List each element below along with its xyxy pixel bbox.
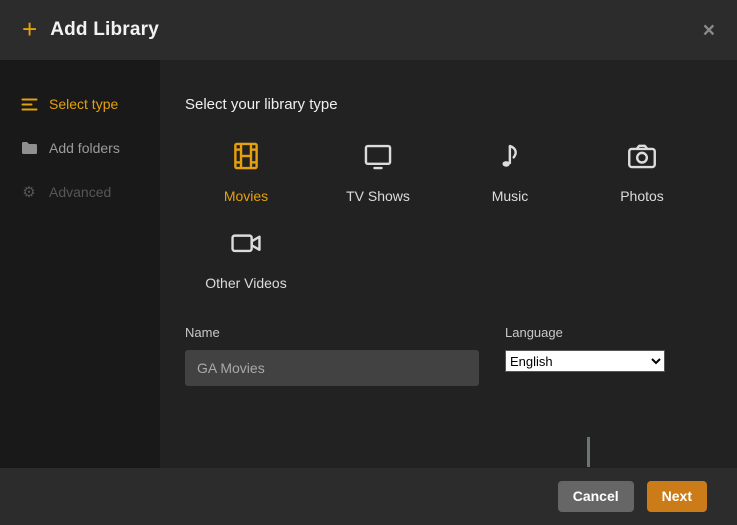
video-camera-icon	[229, 224, 263, 262]
tv-monitor-icon	[361, 137, 395, 175]
dialog-title: Add Library	[50, 19, 160, 40]
dialog-header: + Add Library ×	[0, 0, 737, 60]
close-icon[interactable]: ×	[703, 20, 715, 41]
library-name-input[interactable]	[185, 350, 479, 386]
library-form: Name Language English	[185, 325, 737, 386]
library-type-label: Photos	[620, 188, 664, 204]
next-button[interactable]: Next	[646, 480, 707, 513]
sidebar-item-label: Advanced	[49, 184, 112, 200]
language-field-group: Language English	[505, 325, 665, 386]
sidebar-item-label: Add folders	[49, 140, 120, 156]
add-library-dialog: + Add Library × Select type Add folders …	[0, 0, 737, 525]
sidebar-item-select-type[interactable]: Select type	[0, 82, 160, 126]
list-lines-icon	[20, 97, 38, 112]
library-type-photos[interactable]: Photos	[576, 137, 708, 204]
steps-sidebar: Select type Add folders ⚙ Advanced	[0, 60, 160, 468]
cancel-button[interactable]: Cancel	[557, 480, 634, 513]
dialog-footer: Cancel Next	[0, 468, 737, 525]
gear-icon: ⚙	[22, 184, 36, 201]
camera-icon	[625, 137, 659, 175]
music-note-icon	[493, 137, 527, 175]
sidebar-item-advanced: ⚙ Advanced	[0, 170, 160, 214]
language-field-label: Language	[505, 325, 563, 340]
name-field-label: Name	[185, 325, 220, 340]
library-type-row-2: Other Videos	[180, 224, 737, 291]
plus-icon: +	[22, 14, 38, 44]
library-type-movies[interactable]: Movies	[180, 137, 312, 204]
folder-icon	[20, 141, 38, 155]
language-select[interactable]: English	[505, 350, 665, 372]
dialog-body: Select type Add folders ⚙ Advanced Selec…	[0, 60, 737, 468]
library-type-row-1: Movies TV Shows Music Photos	[180, 137, 737, 204]
section-heading: Select your library type	[185, 96, 338, 113]
sidebar-item-add-folders[interactable]: Add folders	[0, 126, 160, 170]
library-type-other-videos[interactable]: Other Videos	[180, 224, 312, 291]
library-type-label: Other Videos	[205, 275, 287, 291]
library-type-label: Movies	[223, 188, 269, 204]
library-type-music[interactable]: Music	[444, 137, 576, 204]
sidebar-item-label: Select type	[49, 96, 119, 112]
library-type-label: TV Shows	[346, 188, 410, 204]
library-type-label: Music	[491, 188, 529, 204]
scrollbar-thumb[interactable]	[587, 437, 590, 467]
name-field-group: Name	[185, 325, 479, 386]
film-frame-icon	[229, 137, 263, 175]
library-type-tv-shows[interactable]: TV Shows	[312, 137, 444, 204]
content-pane: Select your library type Movies TV Shows…	[160, 60, 737, 468]
